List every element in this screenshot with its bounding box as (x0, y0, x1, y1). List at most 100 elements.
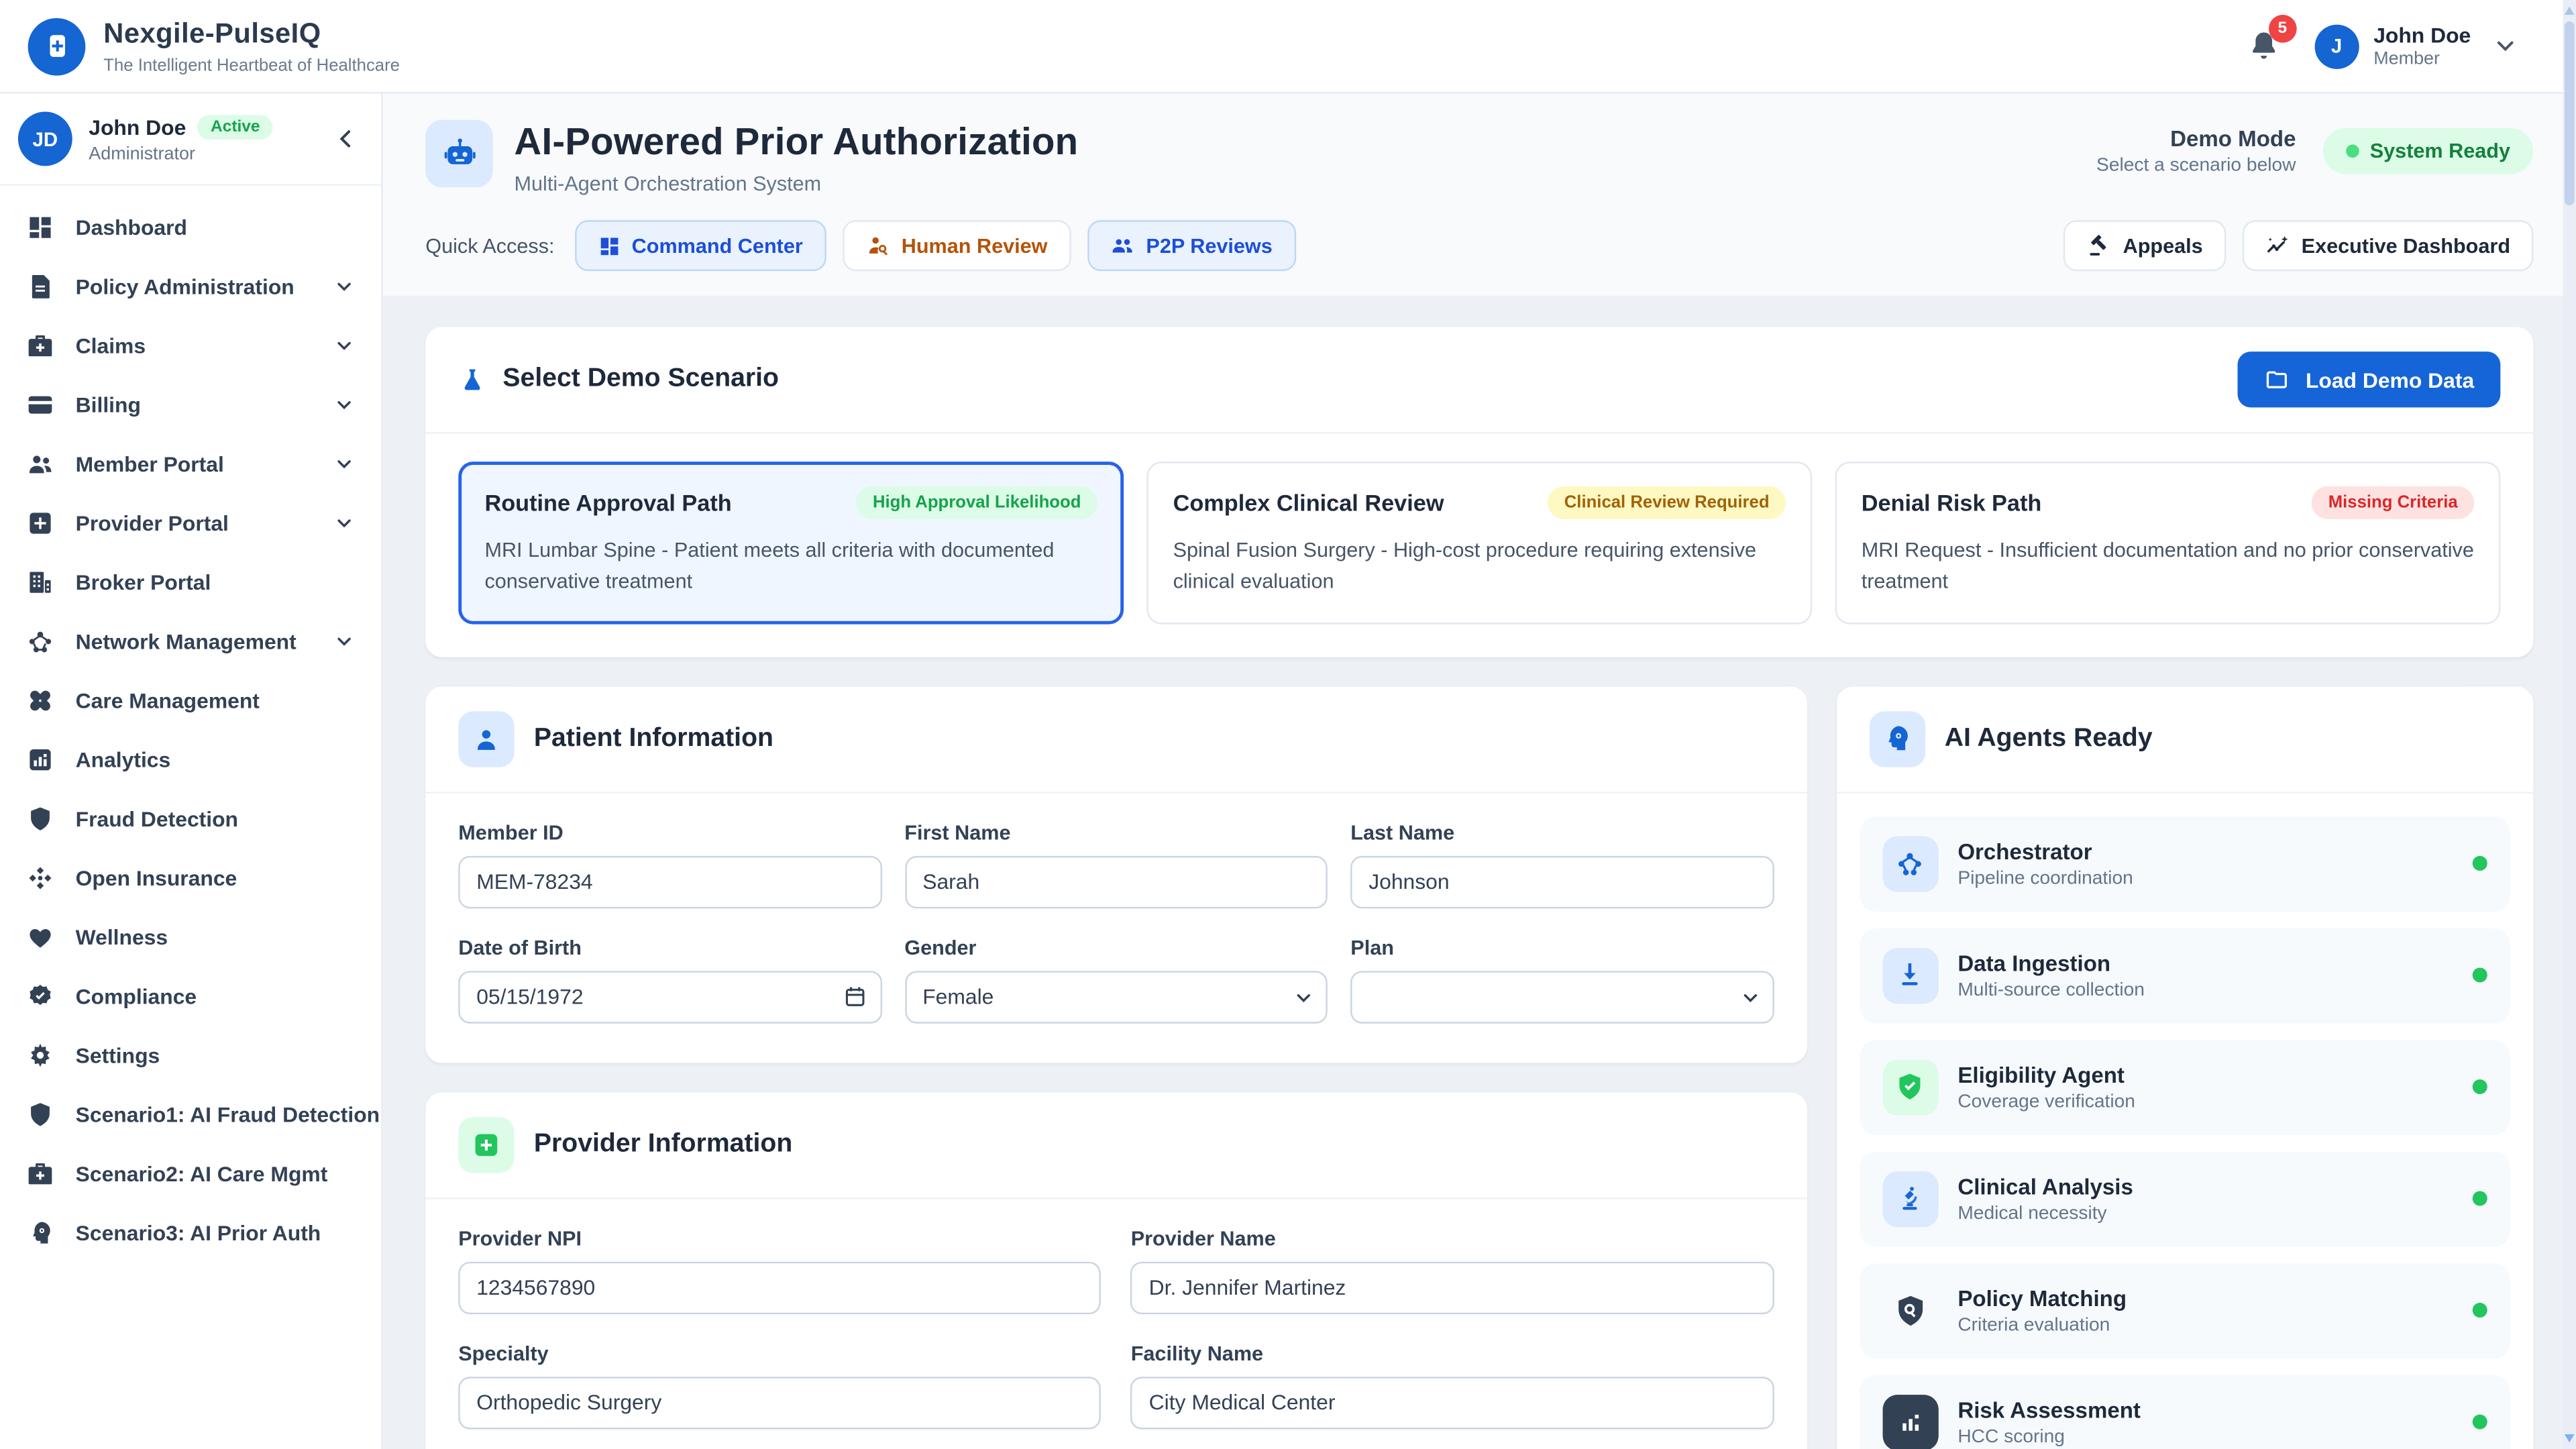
last-name-input[interactable] (1350, 855, 1774, 908)
online-status-dot (2473, 1191, 2487, 1206)
sidebar-item-scenario2-ai-care-mgmt[interactable]: Scenario2: AI Care Mgmt (0, 1143, 381, 1202)
app-window: Nexgile-PulseIQ The Intelligent Heartbea… (0, 0, 2576, 1449)
flask-icon (458, 366, 486, 394)
sidebar-item-settings[interactable]: Settings (0, 1025, 381, 1084)
provider-npi-input[interactable] (458, 1261, 1101, 1313)
content-area: Select Demo Scenario Load Demo Data Rout… (383, 296, 2576, 1449)
sidebar-item-scenario3-ai-prior-auth[interactable]: Scenario3: AI Prior Auth (0, 1203, 381, 1262)
sidebar-item-compliance[interactable]: Compliance (0, 966, 381, 1025)
scenario-description: MRI Request - Insufficient documentation… (1862, 535, 2474, 599)
system-ready-badge: System Ready (2322, 128, 2534, 174)
status-badge: Active (197, 114, 273, 139)
sidebar-item-fraud-detection[interactable]: Fraud Detection (0, 789, 381, 848)
sidebar-item-policy-administration[interactable]: Policy Administration (0, 256, 381, 315)
first-name-field: First Name (904, 821, 1328, 908)
sidebar-user-role: Administrator (89, 144, 273, 163)
head-gear-icon (26, 1218, 54, 1246)
provider-name-field: Provider Name (1131, 1227, 1774, 1314)
sidebar-item-provider-portal[interactable]: Provider Portal (0, 493, 381, 552)
member-id-field: Member ID (458, 821, 881, 908)
chevron-down-icon (333, 512, 355, 533)
provider-information-card: Provider Information Provider NPI Provid… (425, 1092, 1807, 1449)
chevron-down-icon (333, 630, 355, 651)
main-area: AI-Powered Prior Authorization Multi-Age… (383, 94, 2576, 1449)
building-icon (26, 568, 54, 596)
sidebar-item-broker-portal[interactable]: Broker Portal (0, 552, 381, 611)
sidebar-collapse-button[interactable] (333, 127, 358, 152)
sidebar-user-name: John Doe (89, 114, 186, 139)
patient-information-card: Patient Information Member ID First Name (425, 686, 1807, 1063)
provider-information-header: Provider Information (425, 1092, 1807, 1199)
date-of-birth-input[interactable] (458, 971, 881, 1023)
plus-square-icon (26, 508, 54, 537)
grid-icon (597, 234, 620, 257)
executive-dashboard-button[interactable]: Executive Dashboard (2243, 220, 2534, 271)
demo-scenario-title: Select Demo Scenario (502, 365, 779, 394)
sidebar-item-network-management[interactable]: Network Management (0, 611, 381, 670)
online-status-dot (2473, 1080, 2487, 1095)
sidebar-item-claims[interactable]: Claims (0, 315, 381, 374)
sidebar-item-scenario1-ai-fraud-detection[interactable]: Scenario1: AI Fraud Detection (0, 1084, 381, 1143)
command-center-button[interactable]: Command Center (574, 220, 826, 271)
online-status-dot (2473, 968, 2487, 983)
chevron-down-icon (333, 453, 355, 474)
microscope-icon (1882, 1171, 1938, 1227)
head-gear-icon (1869, 711, 1925, 767)
user-name: John Doe (2373, 23, 2471, 48)
form-column: Patient Information Member ID First Name (425, 686, 1807, 1449)
scrollbar-thumb[interactable] (2565, 21, 2575, 205)
chevron-down-icon (2492, 33, 2518, 59)
human-review-button[interactable]: Human Review (843, 220, 1071, 271)
sidebar-item-member-portal[interactable]: Member Portal (0, 434, 381, 493)
sidebar-item-dashboard[interactable]: Dashboard (0, 197, 381, 256)
member-id-input[interactable] (458, 855, 881, 908)
user-menu[interactable]: J John Doe Member (2314, 23, 2518, 69)
facility-name-input[interactable] (1131, 1377, 1774, 1429)
appeals-button[interactable]: Appeals (2063, 220, 2226, 271)
demo-mode-label: Demo Mode (2096, 127, 2296, 152)
specialty-input[interactable] (458, 1377, 1101, 1429)
load-demo-data-button[interactable]: Load Demo Data (2239, 352, 2501, 407)
demo-scenario-header: Select Demo Scenario Load Demo Data (425, 327, 2533, 433)
sidebar-item-wellness[interactable]: Wellness (0, 907, 381, 966)
patient-information-title: Patient Information (534, 724, 773, 753)
people-icon (26, 449, 54, 478)
sidebar-nav: Dashboard Policy Administration Claims B… (0, 186, 381, 1273)
agent-row-risk-assessment: Risk Assessment HCC scoring (1859, 1375, 2510, 1449)
online-status-dot (2473, 857, 2487, 871)
gear-icon (26, 1040, 54, 1069)
chevron-down-icon (1739, 987, 1761, 1008)
hub-icon (1882, 836, 1938, 892)
medical-plus-icon (458, 1117, 514, 1173)
user-block: John Doe Member (2373, 23, 2471, 69)
sidebar-item-care-management[interactable]: Care Management (0, 670, 381, 729)
top-bar: Nexgile-PulseIQ The Intelligent Heartbea… (0, 0, 2576, 94)
scenario-card-denial-risk[interactable]: Denial Risk Path Missing Criteria MRI Re… (1835, 462, 2501, 624)
briefcase-medical-icon (26, 331, 54, 359)
chevron-down-icon (1293, 987, 1315, 1008)
page-scrollbar[interactable] (2563, 0, 2576, 1449)
scroll-up-arrow-icon[interactable] (2565, 7, 2575, 15)
grid-icon (26, 213, 54, 241)
p2p-reviews-button[interactable]: P2P Reviews (1087, 220, 1295, 271)
scenario-card-complex-clinical[interactable]: Complex Clinical Review Clinical Review … (1146, 462, 1812, 624)
gender-select[interactable]: Female (904, 971, 1328, 1023)
scenario-badge: Missing Criteria (2312, 486, 2474, 519)
brand-block: Nexgile-PulseIQ The Intelligent Heartbea… (103, 17, 400, 75)
scenario-card-routine-approval[interactable]: Routine Approval Path High Approval Like… (458, 462, 1124, 624)
agent-row-clinical-analysis: Clinical Analysis Medical necessity (1859, 1151, 2510, 1246)
agent-row-policy-matching: Policy Matching Criteria evaluation (1859, 1263, 2510, 1358)
plan-select[interactable] (1350, 971, 1774, 1023)
ai-agents-title: AI Agents Ready (1945, 724, 2153, 753)
first-name-input[interactable] (904, 855, 1328, 908)
notifications-button[interactable]: 5 (2245, 28, 2282, 64)
sidebar-item-billing[interactable]: Billing (0, 374, 381, 433)
credit-card-icon (26, 390, 54, 419)
page-header-band: AI-Powered Prior Authorization Multi-Age… (383, 94, 2576, 296)
provider-name-input[interactable] (1131, 1261, 1774, 1313)
demo-mode-block: Demo Mode Select a scenario below (2096, 127, 2296, 176)
sidebar-item-analytics[interactable]: Analytics (0, 729, 381, 788)
last-name-field: Last Name (1350, 821, 1774, 908)
sidebar-item-open-insurance[interactable]: Open Insurance (0, 848, 381, 907)
scroll-down-arrow-icon[interactable] (2565, 1434, 2575, 1442)
